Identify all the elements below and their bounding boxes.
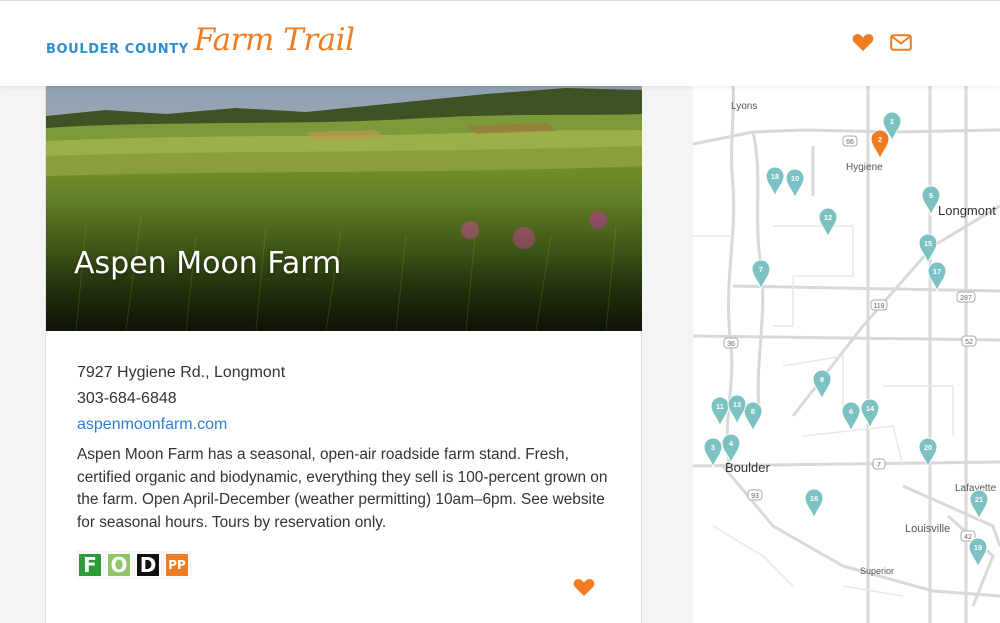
badge-f: F (77, 552, 103, 578)
farm-info: 7927 Hygiene Rd., Longmont 303-684-6848 … (77, 360, 617, 534)
map-marker-6[interactable]: 6 (841, 401, 861, 433)
farm-address: 7927 Hygiene Rd., Longmont (77, 364, 286, 381)
map-marker-label: 2 (878, 135, 882, 144)
route-label-93: 93 (751, 493, 759, 500)
favorite-heart-icon[interactable] (573, 578, 595, 602)
route-label-7: 7 (877, 462, 881, 469)
map-marker-label: 21 (975, 495, 983, 504)
map-marker-12[interactable]: 12 (818, 207, 838, 239)
map-marker-label: 1 (890, 117, 894, 126)
map-marker-label: 8 (751, 407, 755, 416)
map-marker-14[interactable]: 14 (860, 398, 880, 430)
route-label-287: 287 (960, 295, 972, 302)
header-actions (851, 31, 913, 53)
heart-icon[interactable] (851, 31, 875, 53)
farm-photo: Aspen Moon Farm (46, 86, 642, 331)
map-marker-3[interactable]: 3 (703, 437, 723, 469)
logo-farm-trail-text: Farm Trail (193, 22, 355, 58)
town-hygiene: Hygiene (846, 162, 883, 173)
site-header: BOULDER COUNTY Farm Trail (0, 0, 1000, 86)
farm-description: Aspen Moon Farm has a seasonal, open-air… (77, 446, 608, 531)
map-marker-label: 7 (759, 265, 763, 274)
route-label-42: 42 (964, 534, 972, 541)
map-marker-21[interactable]: 21 (969, 489, 989, 521)
town-boulder: Boulder (725, 460, 770, 475)
map-marker-8[interactable]: 8 (743, 401, 763, 433)
map-marker-label: 19 (974, 543, 982, 552)
map-marker-7[interactable]: 7 (751, 259, 771, 291)
map-marker-9[interactable]: 9 (812, 369, 832, 401)
route-label-66: 66 (846, 139, 854, 146)
badge-pp: PP (164, 552, 190, 578)
map-marker-label: 18 (771, 172, 779, 181)
route-label-52: 52 (965, 339, 973, 346)
town-louisville: Louisville (905, 523, 950, 535)
farm-name: Aspen Moon Farm (74, 246, 342, 281)
map-marker-label: 13 (733, 400, 741, 409)
map-marker-10[interactable]: 10 (785, 168, 805, 200)
map-marker-13[interactable]: 13 (727, 394, 747, 426)
map-marker-label: 9 (820, 375, 824, 384)
map-marker-label: 11 (716, 402, 724, 411)
map-marker-label: 16 (810, 494, 818, 503)
map-marker-label: 14 (866, 404, 875, 413)
map-marker-2[interactable]: 2 (870, 129, 890, 161)
farm-detail-card: Aspen Moon Farm 7927 Hygiene Rd., Longmo… (45, 86, 642, 623)
map-marker-label: 3 (711, 443, 715, 452)
map-marker-label: 12 (824, 213, 832, 222)
map-marker-19[interactable]: 19 (968, 537, 988, 569)
map-marker-4[interactable]: 4 (721, 433, 741, 465)
badge-o: O (106, 552, 132, 578)
map-marker-label: 20 (924, 443, 932, 452)
logo-county-text: BOULDER COUNTY (46, 42, 189, 57)
map-marker-16[interactable]: 16 (804, 488, 824, 520)
map-marker-label: 15 (924, 239, 932, 248)
badge-d: D (135, 552, 161, 578)
map-marker-label: 17 (933, 267, 941, 276)
town-superior: Superior (860, 566, 894, 576)
farm-phone[interactable]: 303-684-6848 (77, 386, 617, 412)
farm-map[interactable]: 66 119 287 36 52 7 93 42 Lyons Hygiene L… (693, 86, 1000, 623)
town-lyons: Lyons (731, 101, 757, 112)
logo[interactable]: BOULDER COUNTY Farm Trail (46, 22, 355, 58)
route-label-119: 119 (873, 303, 884, 310)
route-label-36: 36 (727, 341, 735, 348)
map-marker-label: 5 (929, 191, 933, 200)
map-marker-label: 10 (791, 174, 799, 183)
farm-website-link[interactable]: aspenmoonfarm.com (77, 416, 227, 433)
map-marker-18[interactable]: 18 (765, 166, 785, 198)
map-marker-label: 6 (849, 407, 853, 416)
envelope-icon[interactable] (889, 31, 913, 53)
town-longmont: Longmont (938, 203, 996, 218)
product-badges: F O D PP (77, 552, 190, 578)
